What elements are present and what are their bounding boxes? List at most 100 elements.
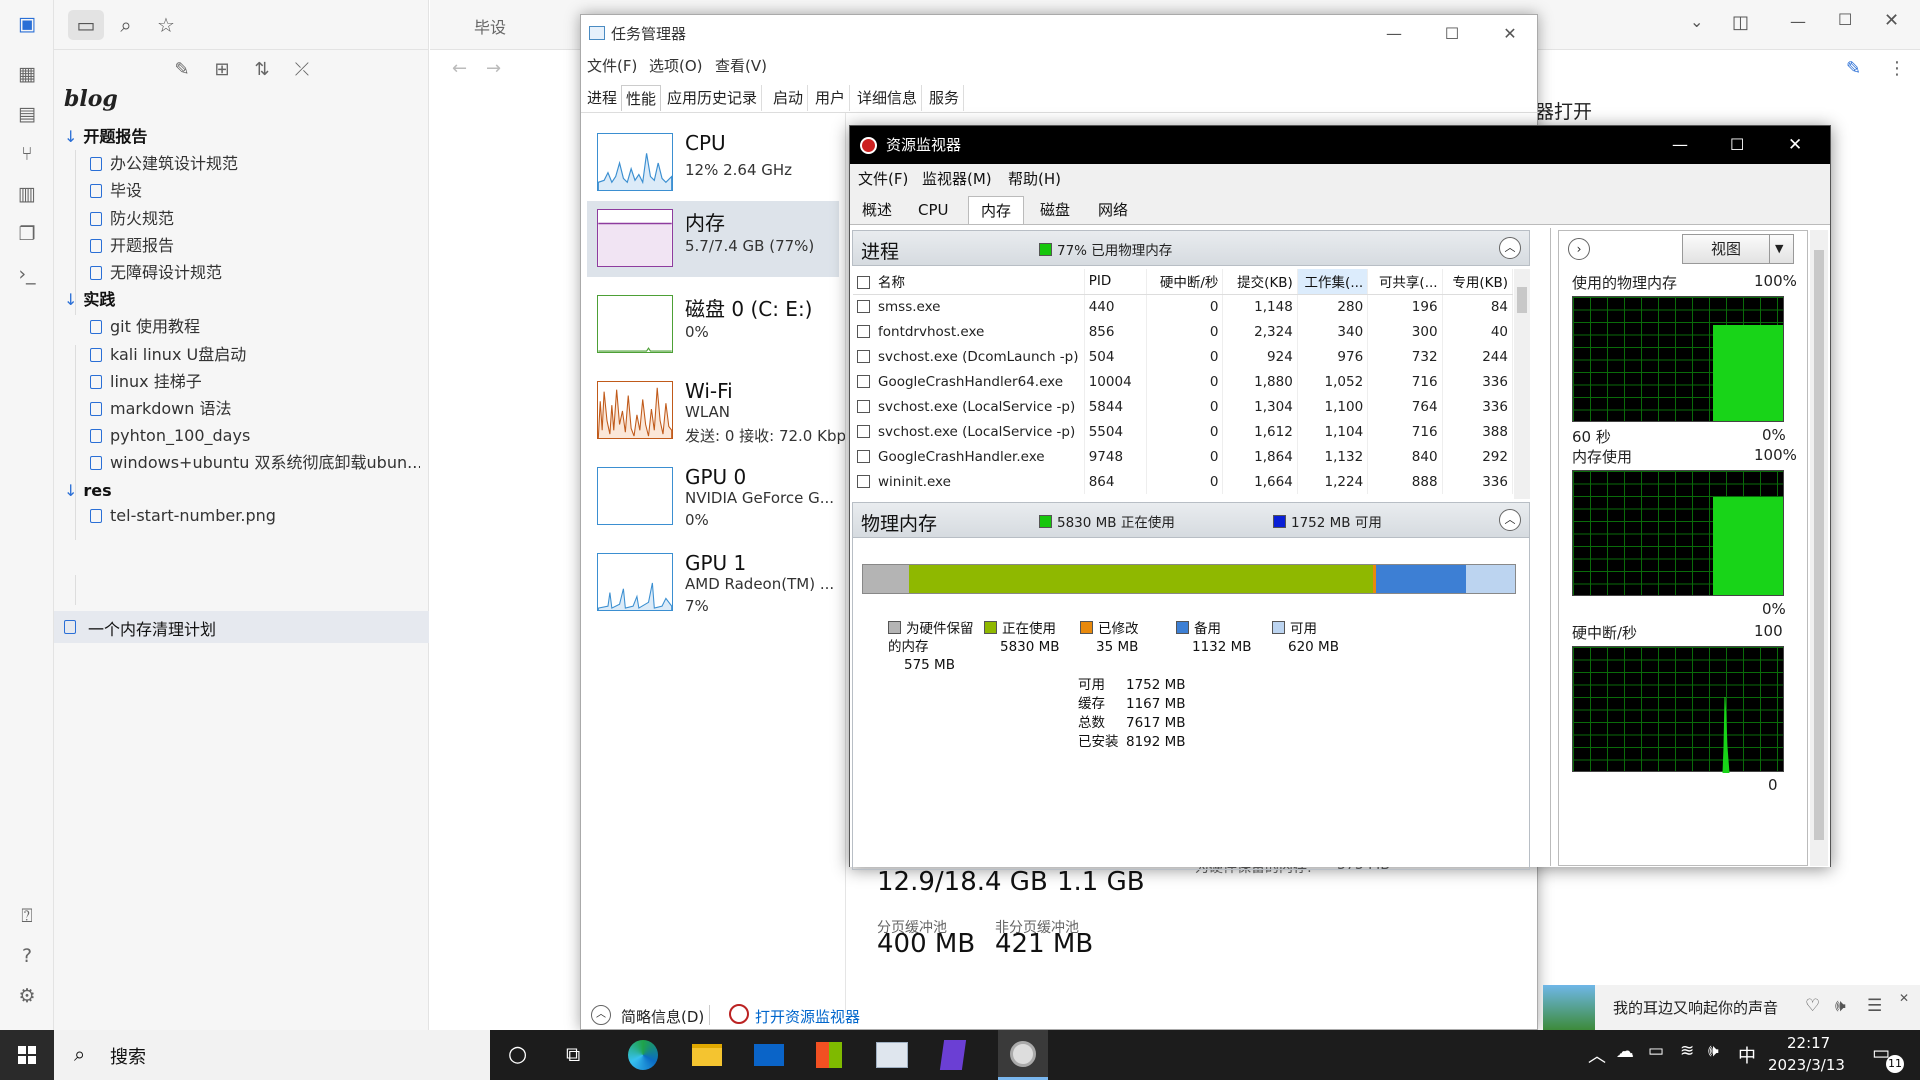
edge-browser-icon[interactable] [628,1040,658,1070]
fewer-details-link[interactable]: 简略信息(D) [621,1006,704,1027]
row-checkbox[interactable] [857,399,870,413]
rm-menu-help[interactable]: 帮助(H) [1008,168,1061,189]
collapse-processes-icon[interactable]: ︿ [1499,237,1521,259]
rm-tab-overview[interactable]: 概述 [850,196,904,224]
row-checkbox[interactable] [857,324,870,338]
tm-menu-view[interactable]: 查看(V) [715,53,767,79]
speaker-icon[interactable]: 🕪 [1708,1041,1719,1061]
rm-minimize-icon[interactable]: — [1672,126,1688,164]
perf-item-memory[interactable]: 内存 5.7/7.4 GB (77%) [587,201,839,277]
physical-memory-panel-header[interactable]: 物理内存 5830 MB 正在使用 1752 MB 可用 ︿ [852,502,1530,538]
rm-close-icon[interactable]: ✕ [1788,126,1802,164]
canvas-icon[interactable]: ▦ [13,60,41,88]
tm-tab-processes[interactable]: 进程 [583,85,623,111]
star-icon[interactable]: ☆ [148,10,184,40]
tm-tab-startup[interactable]: 启动 [769,85,809,111]
vault-switch-icon[interactable]: ⍰ [13,902,41,930]
col-private[interactable]: 专用(KB) [1442,269,1514,295]
folder-icon[interactable]: ▭ [68,10,104,40]
clock-date[interactable]: 2023/3/13 [1768,1056,1845,1074]
resmon-taskbar-button[interactable] [998,1030,1048,1080]
tm-tab-performance[interactable]: 性能 [621,85,662,111]
processes-panel-header[interactable]: 进程 77% 已用物理内存 ︿ [852,230,1530,266]
close-icon[interactable]: ✕ [1884,10,1899,31]
terminal-icon[interactable]: ›_ [13,260,41,288]
wifi-icon[interactable]: ≋ [1680,1041,1694,1061]
col-pid[interactable]: PID [1084,269,1148,295]
calendar-icon[interactable]: ▥ [13,180,41,208]
perf-item-gpu0[interactable]: GPU 0 NVIDIA GeForce G... 0% [587,459,839,535]
tm-minimize-icon[interactable]: — [1365,15,1423,53]
open-resource-monitor-link[interactable]: 打开资源监视器 [755,1006,860,1027]
row-checkbox[interactable] [857,349,870,363]
edit-mode-icon[interactable]: ✎ [1846,58,1861,79]
rm-tab-cpu[interactable]: CPU [906,196,961,224]
file-item[interactable]: pyhton_100_days [90,421,420,451]
table-row[interactable]: wininit.exe 864 0 1,664 1,224 888 336 [853,469,1514,494]
page-icon[interactable]: ▤ [13,100,41,128]
select-all-checkbox[interactable] [857,276,870,290]
col-name[interactable]: 名称 [878,275,905,291]
settings-gear-icon[interactable]: ⚙ [13,982,41,1010]
back-arrow-icon[interactable]: ← [452,58,467,79]
sidebar-toggle-icon[interactable]: ▣ [13,10,41,38]
col-hard-faults[interactable]: 硬中断/秒 [1146,269,1224,295]
row-checkbox[interactable] [857,299,870,313]
col-working-set[interactable]: 工作集(... [1297,269,1369,295]
file-explorer-icon[interactable] [692,1044,722,1066]
sort-icon[interactable]: ⇅ [248,56,276,84]
tm-menu-file[interactable]: 文件(F) [587,53,637,79]
volume-icon[interactable]: 🕪 [1835,996,1846,1016]
cortana-icon[interactable]: ○ [508,1042,527,1067]
file-item[interactable]: windows+ubuntu 双系统彻底卸载ubun... [90,448,420,478]
table-row[interactable]: GoogleCrashHandler.exe 9748 0 1,864 1,132 840… [853,444,1514,469]
perf-item-disk[interactable]: 磁盘 0 (C: E:) 0% [587,287,839,363]
file-item[interactable]: markdown 语法 [90,394,420,424]
file-item[interactable]: git 使用教程 [90,312,420,342]
table-row[interactable]: svchost.exe (LocalService -p) 5504 0 1,612 1… [853,419,1514,444]
graphs-scrollbar[interactable] [1810,230,1828,866]
maximize-icon[interactable]: ☐ [1838,10,1852,29]
table-row[interactable]: fontdrvhost.exe 856 0 2,324 340 300 40 [853,319,1514,344]
tm-maximize-icon[interactable]: ☐ [1423,15,1481,53]
file-item[interactable]: kali linux U盘启动 [90,340,420,370]
tab-title[interactable]: 毕设 [474,14,506,38]
collapse-physical-memory-icon[interactable]: ︿ [1499,509,1521,531]
tm-tab-users[interactable]: 用户 [811,85,851,111]
file-item[interactable]: 开题报告 [90,231,420,261]
rm-maximize-icon[interactable]: ☐ [1730,126,1744,164]
onedrive-cloud-icon[interactable]: ☁ [1616,1041,1634,1062]
tm-tab-app-history[interactable]: 应用历史记录 [663,85,763,111]
help-icon[interactable]: ? [13,942,41,970]
table-row[interactable]: svchost.exe (LocalService -p) 5844 0 1,304 1… [853,394,1514,419]
folder-item[interactable]: ↓ 开题报告 [64,122,147,152]
table-row[interactable]: GoogleCrashHandler64.exe 10004 0 1,880 1,052… [853,369,1514,394]
active-file-row[interactable]: 一个内存清理计划 [54,611,429,643]
table-row[interactable]: smss.exe 440 0 1,148 280 196 84 [853,294,1514,319]
more-options-icon[interactable]: ⋮ [1888,58,1906,79]
battery-icon[interactable]: ▭ [1648,1041,1664,1061]
perf-item-wifi[interactable]: Wi-Fi WLAN 发送: 0 接收: 72.0 Kbp [587,373,846,449]
file-item[interactable]: tel-start-number.png [90,501,420,531]
file-item[interactable]: 防火规范 [90,204,420,234]
task-manager-taskbar-icon[interactable] [876,1042,908,1068]
clock-time[interactable]: 22:17 [1787,1034,1830,1052]
row-checkbox[interactable] [857,374,870,388]
split-view-icon[interactable]: ◫ [1732,12,1749,33]
table-row[interactable]: svchost.exe (DcomLaunch -p) 504 0 924 976 732… [853,344,1514,369]
new-folder-icon[interactable]: ⊞ [208,56,236,84]
col-commit[interactable]: 提交(KB) [1222,269,1298,295]
rm-tab-memory[interactable]: 内存 [968,196,1025,224]
file-item[interactable]: 办公建筑设计规范 [90,149,420,179]
rm-tab-disk[interactable]: 磁盘 [1028,196,1082,224]
rm-tab-network[interactable]: 网络 [1086,196,1140,224]
tm-menu-options[interactable]: 选项(O) [649,53,703,79]
mail-icon[interactable] [754,1044,784,1066]
minimize-icon[interactable]: — [1790,12,1806,31]
perf-item-gpu1[interactable]: GPU 1 AMD Radeon(TM) ... 7% [587,545,839,621]
forward-arrow-icon[interactable]: → [486,58,501,79]
tab-list-chevron-icon[interactable]: ⌄ [1690,12,1703,31]
ime-indicator[interactable]: 中 [1738,1042,1756,1068]
copy-icon[interactable]: ❐ [13,220,41,248]
tm-close-icon[interactable]: ✕ [1481,15,1539,53]
